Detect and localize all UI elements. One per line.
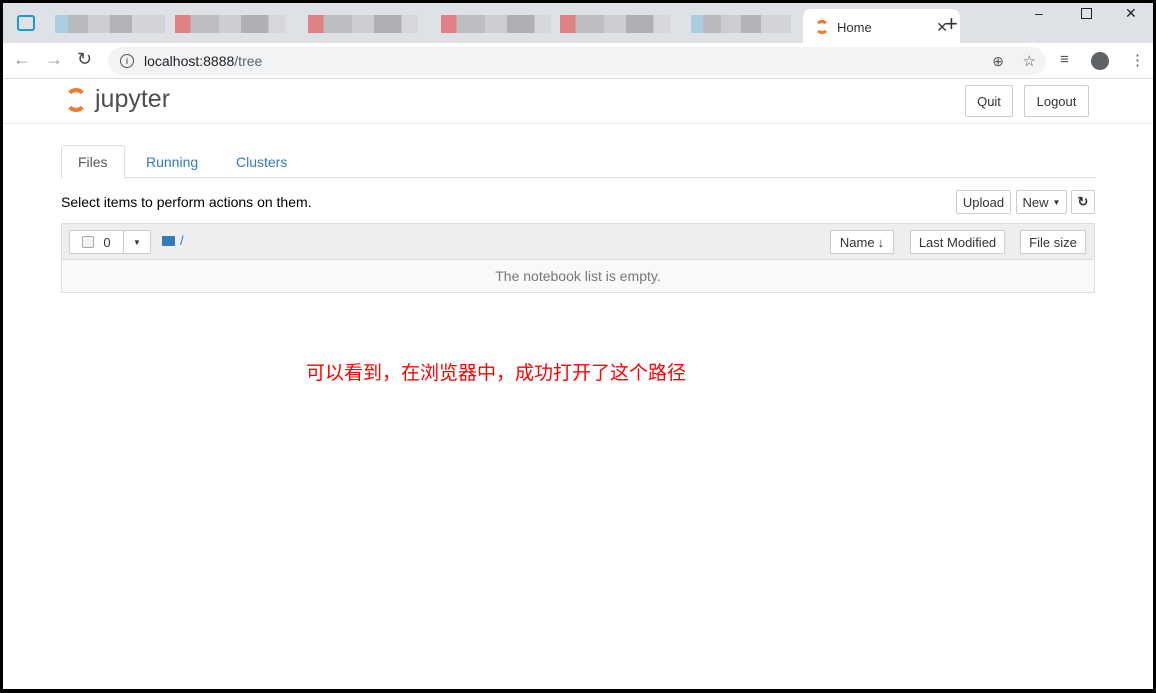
tab-running[interactable]: Running bbox=[130, 145, 214, 178]
folder-icon bbox=[162, 236, 175, 246]
url-host: localhost:8888 bbox=[144, 53, 235, 69]
empty-message: The notebook list is empty. bbox=[62, 260, 1094, 292]
caret-down-icon: ▼ bbox=[133, 237, 141, 247]
maximize-icon[interactable] bbox=[1081, 8, 1092, 19]
jupyter-header: jupyter Quit Logout bbox=[3, 79, 1153, 124]
caret-down-icon: ▼ bbox=[1052, 197, 1061, 207]
logo-text: jupyter bbox=[95, 85, 171, 113]
logout-button[interactable]: Logout bbox=[1024, 85, 1089, 117]
blurred-tab[interactable] bbox=[691, 15, 791, 33]
address-bar: ← → ↻ i localhost:8888/tree ⊕ ☆ ≡ ⋮ bbox=[3, 43, 1153, 79]
upload-button[interactable]: Upload bbox=[956, 190, 1011, 214]
jupyter-favicon bbox=[815, 20, 829, 34]
blurred-tab[interactable] bbox=[441, 15, 551, 33]
jupyter-logo-icon bbox=[65, 87, 87, 112]
sort-name-button[interactable]: Name ↓ bbox=[830, 230, 894, 254]
reload-icon[interactable]: ↻ bbox=[77, 49, 92, 70]
new-label: New bbox=[1022, 194, 1049, 210]
blurred-tab[interactable] bbox=[308, 15, 418, 33]
sort-file-size-button[interactable]: File size bbox=[1020, 230, 1086, 254]
url-path: /tree bbox=[234, 53, 263, 69]
quit-button[interactable]: Quit bbox=[965, 85, 1013, 117]
select-all-checkbox[interactable] bbox=[82, 236, 95, 248]
minimize-icon[interactable]: – bbox=[1035, 5, 1043, 21]
list-header: 0 ▼ / Name ↓ Last Modified File size bbox=[62, 224, 1094, 260]
tab-home[interactable]: Home ✕ bbox=[803, 9, 960, 45]
tab-files[interactable]: Files bbox=[61, 145, 125, 179]
breadcrumb-root[interactable]: / bbox=[180, 233, 184, 248]
selected-count: 0 bbox=[103, 234, 111, 250]
info-icon[interactable]: i bbox=[120, 54, 134, 68]
refresh-button[interactable]: ↻ bbox=[1071, 190, 1095, 214]
refresh-icon: ↻ bbox=[1077, 194, 1089, 209]
tab-search-icon[interactable] bbox=[17, 15, 35, 31]
blurred-tab[interactable] bbox=[560, 15, 670, 33]
blurred-tab[interactable] bbox=[175, 15, 285, 33]
notebook-list: 0 ▼ / Name ↓ Last Modified File size The … bbox=[61, 223, 1095, 293]
blurred-tab[interactable] bbox=[55, 15, 165, 33]
sort-last-modified-button[interactable]: Last Modified bbox=[910, 230, 1005, 254]
zoom-icon[interactable]: ⊕ bbox=[992, 53, 1004, 70]
media-icon[interactable]: ≡ bbox=[1060, 51, 1069, 68]
select-all-button[interactable]: 0 bbox=[69, 230, 124, 254]
name-label: Name bbox=[839, 234, 875, 250]
tab-title: Home bbox=[837, 19, 872, 35]
star-icon[interactable]: ☆ bbox=[1023, 52, 1036, 70]
annotation-text: 可以看到，在浏览器中，成功打开了这个路径 bbox=[306, 363, 687, 384]
url-input[interactable]: i localhost:8888/tree ⊕ ☆ bbox=[108, 47, 1046, 75]
main-tabs: Files Running Clusters bbox=[61, 145, 1096, 179]
jupyter-logo[interactable]: jupyter bbox=[65, 85, 170, 114]
forward-icon[interactable]: → bbox=[45, 49, 63, 70]
new-button[interactable]: New ▼ bbox=[1016, 190, 1067, 214]
arrow-down-icon: ↓ bbox=[877, 234, 885, 250]
tab-clusters[interactable]: Clusters bbox=[220, 145, 303, 178]
selection-hint: Select items to perform actions on them. bbox=[61, 194, 312, 210]
close-window-icon[interactable]: ✕ bbox=[1125, 5, 1137, 22]
menu-icon[interactable]: ⋮ bbox=[1130, 51, 1145, 69]
profile-icon[interactable] bbox=[1091, 52, 1109, 70]
new-tab-icon[interactable]: + bbox=[945, 11, 958, 37]
back-icon[interactable]: ← bbox=[13, 49, 31, 70]
select-dropdown[interactable]: ▼ bbox=[123, 230, 151, 254]
tab-strip: Home ✕ + – ✕ bbox=[3, 3, 1153, 45]
browser-window: Home ✕ + – ✕ ← → ↻ i localhost:8888/tree… bbox=[3, 3, 1153, 689]
